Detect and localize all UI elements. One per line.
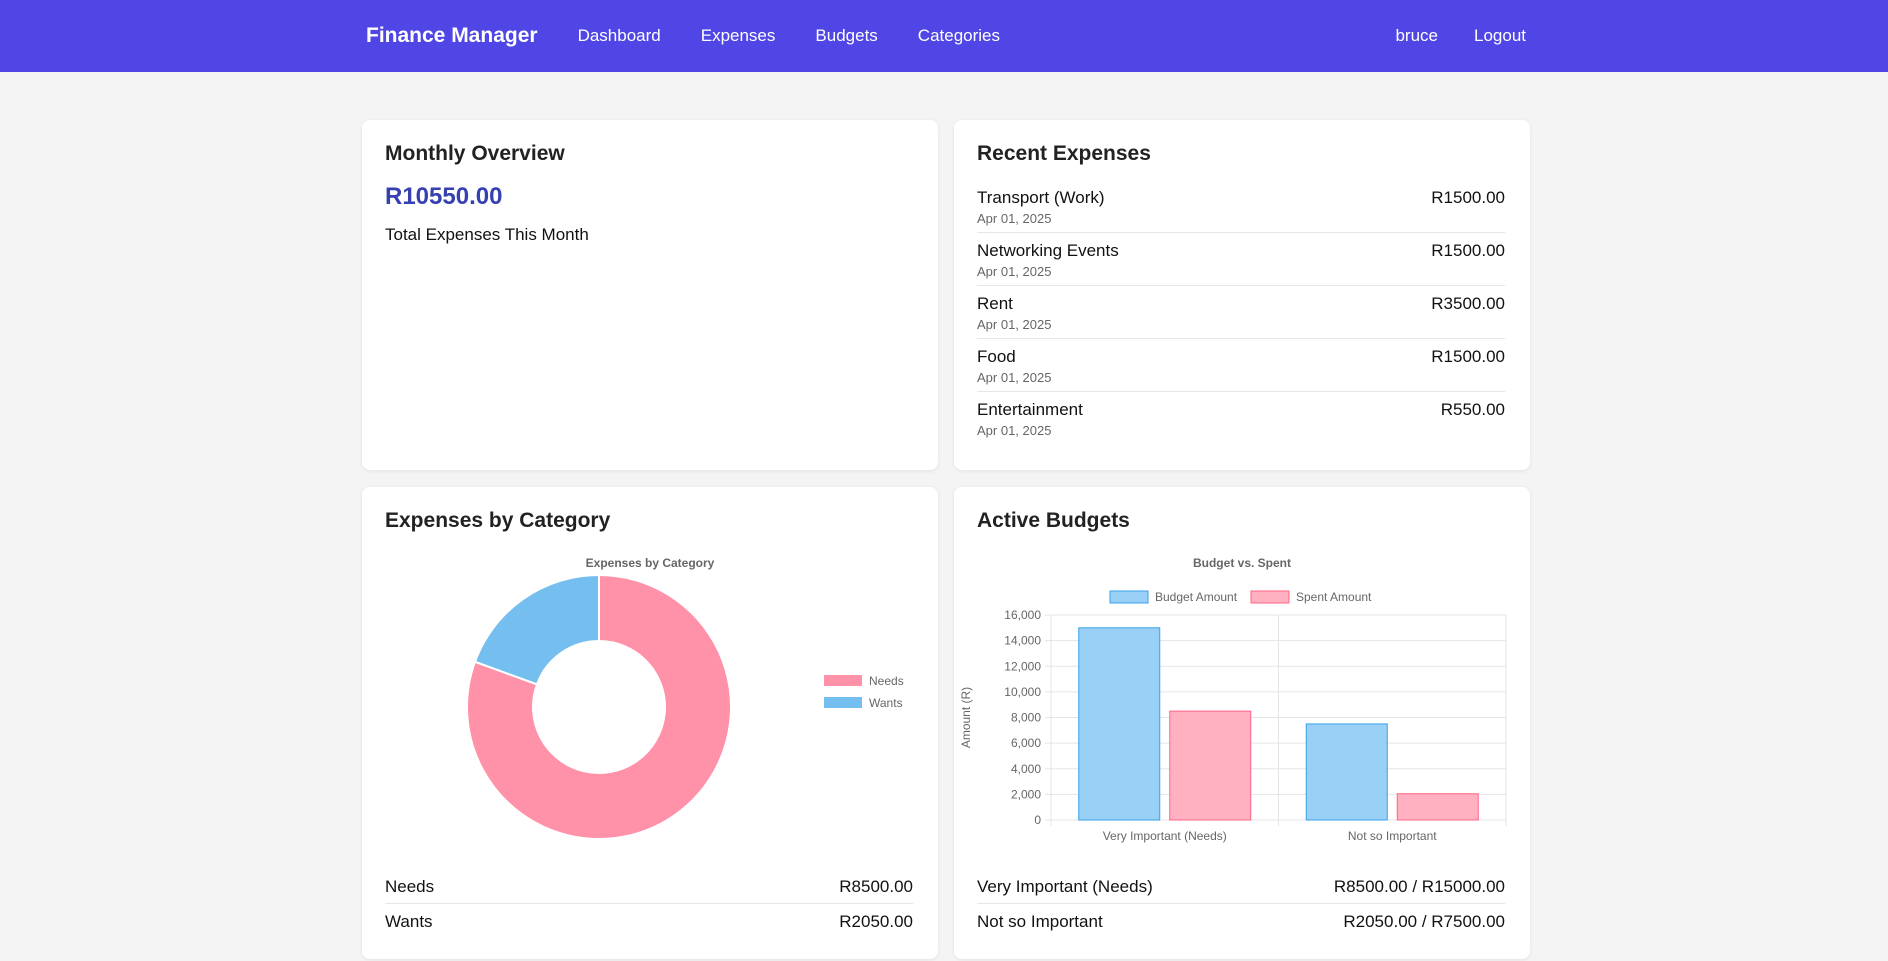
nav-budgets[interactable]: Budgets <box>815 26 877 46</box>
donut-legend-swatch <box>824 675 862 686</box>
budget-summary-row: Not so Important R2050.00 / R7500.00 <box>977 904 1505 939</box>
donut-legend-swatch <box>824 697 862 708</box>
category-value: R2050.00 <box>839 912 913 931</box>
bar-legend-swatch <box>1250 590 1290 604</box>
total-expenses-amount: R10550.00 <box>385 183 503 210</box>
monthly-overview-card: Monthly Overview R10550.00 Total Expense… <box>362 120 938 470</box>
bar-y-axis-label: Amount (R) <box>959 687 973 748</box>
budget-value: R8500.00 / R15000.00 <box>1333 877 1505 896</box>
bar-y-tick-label: 12,000 <box>1004 659 1041 673</box>
bar-x-tick-label: Not so Important <box>1348 829 1437 843</box>
expense-item: Rent Apr 01, 2025 R3500.00 <box>977 286 1505 339</box>
budget-label: Not so Important <box>977 912 1103 931</box>
nav-username[interactable]: bruce <box>1395 26 1438 46</box>
donut-slice-wants[interactable] <box>473 573 600 686</box>
expense-date: Apr 01, 2025 <box>977 264 1052 279</box>
bar-chart: Budget vs. Spent Budget Amount Spent Amou… <box>959 556 1507 843</box>
category-label: Needs <box>385 877 435 896</box>
nav-user-area: bruce Logout <box>1359 26 1526 46</box>
expense-amount: R1500.00 <box>1431 188 1505 207</box>
donut-chart-title: Expenses by Category <box>586 556 715 570</box>
navbar-inner: Finance Manager Dashboard Expenses Budge… <box>366 0 1526 72</box>
expenses-by-category-title: Expenses by Category <box>385 509 611 532</box>
bar-y-tick-label: 8,000 <box>1011 711 1041 725</box>
expense-date: Apr 01, 2025 <box>977 211 1052 226</box>
budget-summary-list: Very Important (Needs) R8500.00 / R15000… <box>977 869 1505 939</box>
expense-name: Food <box>977 347 1016 366</box>
expense-item: Entertainment Apr 01, 2025 R550.00 <box>977 392 1505 445</box>
bar-legend-swatch <box>1109 590 1149 604</box>
bar-legend-label: Budget Amount <box>1155 590 1238 604</box>
navbar: Finance Manager Dashboard Expenses Budge… <box>0 0 1888 72</box>
recent-expenses-list: Transport (Work) Apr 01, 2025 R1500.00 N… <box>977 180 1505 445</box>
category-summary-list: Needs R8500.00 Wants R2050.00 <box>385 869 913 939</box>
bar-spent[interactable] <box>1396 793 1479 821</box>
brand-link[interactable]: Finance Manager <box>366 24 538 48</box>
category-label: Wants <box>385 912 433 931</box>
expense-item: Food Apr 01, 2025 R1500.00 <box>977 339 1505 392</box>
budget-label: Very Important (Needs) <box>977 877 1153 896</box>
expense-name: Networking Events <box>977 241 1119 260</box>
expense-item: Networking Events Apr 01, 2025 R1500.00 <box>977 233 1505 286</box>
donut-legend-label: Needs <box>869 674 904 688</box>
expenses-by-category-card: Expenses by Category Expenses by Categor… <box>362 487 938 959</box>
monthly-overview-title: Monthly Overview <box>385 142 565 165</box>
bar-y-tick-label: 10,000 <box>1004 685 1041 699</box>
bar-spent[interactable] <box>1169 710 1252 821</box>
expense-name: Transport (Work) <box>977 188 1105 207</box>
donut-legend-label: Wants <box>869 696 903 710</box>
logout-link[interactable]: Logout <box>1474 26 1526 46</box>
active-budgets-title: Active Budgets <box>977 509 1130 532</box>
bar-y-tick-label: 14,000 <box>1004 634 1041 648</box>
category-summary-row: Wants R2050.00 <box>385 904 913 939</box>
category-summary-row: Needs R8500.00 <box>385 869 913 904</box>
bar-legend-label: Spent Amount <box>1296 590 1372 604</box>
recent-expenses-title: Recent Expenses <box>977 142 1151 165</box>
bar-chart-title: Budget vs. Spent <box>1193 556 1291 570</box>
expense-date: Apr 01, 2025 <box>977 317 1052 332</box>
nav-categories[interactable]: Categories <box>918 26 1000 46</box>
bar-y-tick-label: 0 <box>1034 813 1041 827</box>
bar-y-tick-label: 2,000 <box>1011 787 1041 801</box>
nav-expenses[interactable]: Expenses <box>701 26 776 46</box>
active-budgets-card: Active Budgets Budget vs. Spent Budget A… <box>954 487 1530 959</box>
expense-name: Rent <box>977 294 1013 313</box>
bar-x-tick-label: Very Important (Needs) <box>1103 829 1227 843</box>
bar-y-tick-label: 6,000 <box>1011 736 1041 750</box>
bar-budget[interactable] <box>1078 627 1161 821</box>
expense-amount: R3500.00 <box>1431 294 1505 313</box>
category-value: R8500.00 <box>839 877 913 896</box>
bar-y-tick-label: 16,000 <box>1004 608 1041 622</box>
donut-chart: Expenses by Category Needs Wants <box>466 556 904 840</box>
nav-dashboard[interactable]: Dashboard <box>578 26 661 46</box>
budget-value: R2050.00 / R7500.00 <box>1343 912 1505 931</box>
expense-amount: R550.00 <box>1440 400 1505 419</box>
expense-date: Apr 01, 2025 <box>977 370 1052 385</box>
expense-amount: R1500.00 <box>1431 241 1505 260</box>
expense-amount: R1500.00 <box>1431 347 1505 366</box>
expense-date: Apr 01, 2025 <box>977 423 1052 438</box>
bar-y-tick-label: 4,000 <box>1011 762 1041 776</box>
total-expenses-caption: Total Expenses This Month <box>385 225 589 244</box>
expense-item: Transport (Work) Apr 01, 2025 R1500.00 <box>977 180 1505 233</box>
expense-name: Entertainment <box>977 400 1083 419</box>
bar-budget[interactable] <box>1305 723 1388 821</box>
recent-expenses-card: Recent Expenses Transport (Work) Apr 01,… <box>954 120 1530 470</box>
budget-summary-row: Very Important (Needs) R8500.00 / R15000… <box>977 869 1505 904</box>
